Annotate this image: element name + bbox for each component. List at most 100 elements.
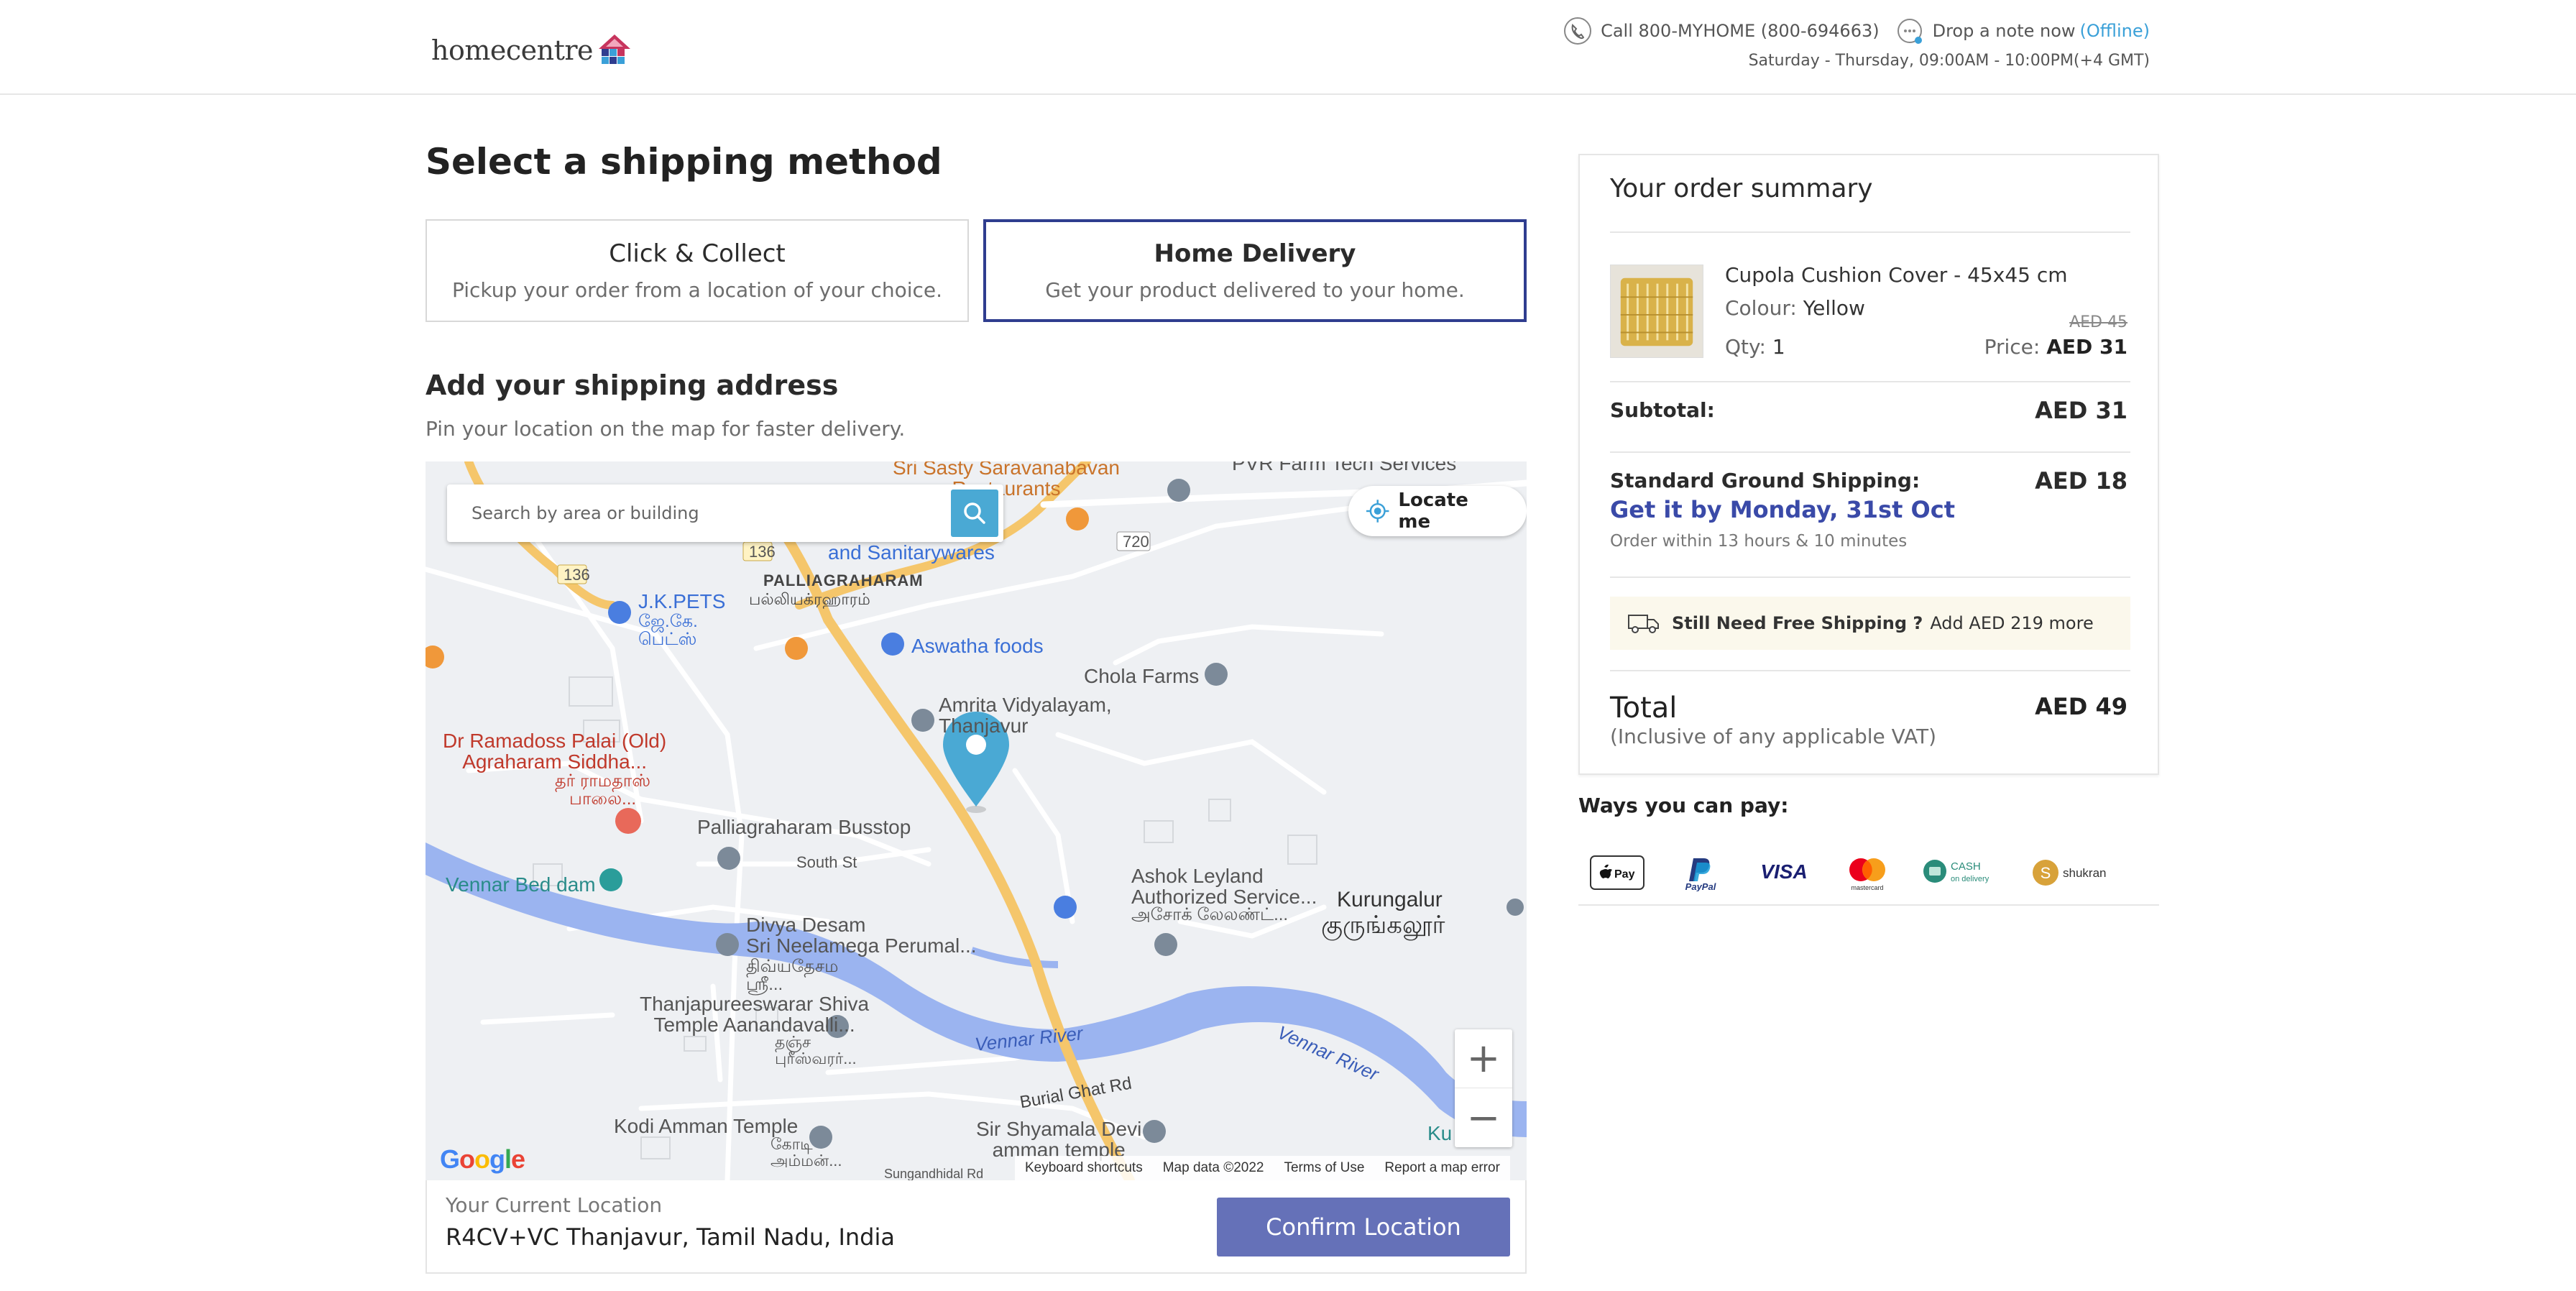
method-subtitle: Get your product delivered to your home. — [1045, 278, 1465, 302]
payment-methods-row: Pay PayPal VISA mastercard CASH on deliv… — [1578, 841, 2159, 906]
map-label-thanjapuree-ta: தஞ்ச புரீஸ்வரர்... — [775, 1033, 857, 1068]
product-thumbnail[interactable] — [1610, 265, 1703, 358]
map-label-kodi-amman: Kodi Amman Temple — [614, 1115, 799, 1137]
paypal-text: PayPal — [1685, 881, 1716, 891]
map-search-box — [447, 484, 1003, 542]
free-shipping-banner: Still Need Free Shipping ? Add AED 219 m… — [1610, 597, 2130, 650]
map-label-south-st: South St — [796, 853, 857, 871]
phone-icon — [1564, 17, 1592, 45]
map-label-kurungalur-ta: குருங்கலூர் — [1321, 911, 1445, 939]
road-shield-136: 136 — [564, 566, 590, 584]
map-label-sungandhi: Sungandhidal Rd — [884, 1167, 984, 1180]
shipping-value: AED 18 — [2035, 467, 2128, 495]
confirm-location-button[interactable]: Confirm Location — [1217, 1198, 1510, 1256]
search-icon — [964, 502, 985, 524]
order-summary: Your order summary Cupola Cushion Cover … — [1578, 154, 2159, 775]
drop-note-link[interactable]: Drop a note now (Offline) — [1895, 17, 2150, 45]
map-label-thanjapureeswarar: Thanjapureeswarar Shiva Temple Aanandava… — [640, 993, 870, 1037]
map-label-ramadoss-ta: தர் ராமதாஸ் பாலை... — [555, 771, 651, 809]
home-delivery-option[interactable]: Home Delivery Get your product delivered… — [983, 219, 1527, 322]
paypal-icon: PayPal — [1672, 854, 1729, 891]
zoom-out-button[interactable]: − — [1455, 1088, 1512, 1147]
contact-info: Call 800-MYHOME (800-694663) Drop a note… — [1547, 16, 2150, 70]
report-map-error-link[interactable]: Report a map error — [1384, 1160, 1500, 1176]
visa-icon: VISA — [1755, 854, 1813, 891]
qty-label: Qty: — [1725, 335, 1766, 359]
zoom-in-button[interactable]: + — [1455, 1029, 1512, 1088]
product-name[interactable]: Cupola Cushion Cover - 45x45 cm — [1725, 263, 2068, 287]
delivery-truck-icon — [1628, 615, 1659, 633]
visa-text: VISA — [1760, 860, 1807, 883]
colour-value: Yellow — [1803, 296, 1865, 320]
cash-sub-text: on delivery — [1951, 875, 1990, 883]
map-label-divya-ta: திவ்யதேசம ஸ்ரீ... — [746, 957, 839, 995]
offline-status: (Offline) — [2079, 21, 2150, 41]
colour-label: Colour: — [1725, 296, 1797, 320]
subtotal-label: Subtotal: — [1610, 398, 1715, 422]
shukran-icon: S shukran — [2031, 854, 2115, 891]
apple-pay-icon: Pay — [1588, 854, 1646, 891]
google-logo[interactable]: Google — [440, 1144, 525, 1175]
locate-me-button[interactable]: Locate me — [1348, 486, 1527, 536]
keyboard-shortcuts-link[interactable]: Keyboard shortcuts — [1025, 1160, 1143, 1176]
delivery-eta: Get it by Monday, 31st Oct — [1610, 496, 1955, 523]
road-shield-136: 136 — [749, 543, 776, 561]
divider — [1610, 576, 2130, 578]
shukran-text: shukran — [2063, 866, 2106, 880]
map-data-text: Map data ©2022 — [1162, 1160, 1264, 1175]
product-colour: Colour: Yellow — [1725, 296, 1865, 320]
click-and-collect-option[interactable]: Click & Collect Pickup your order from a… — [426, 219, 969, 322]
map-attribution: Keyboard shortcuts Map data ©2022 Terms … — [1015, 1156, 1510, 1180]
payment-methods-title: Ways you can pay: — [1578, 794, 1789, 817]
map-label-chola-farms: Chola Farms — [1084, 665, 1200, 687]
price-value: AED 31 — [2046, 335, 2128, 359]
call-text: Call 800-MYHOME (800-694663) — [1601, 21, 1880, 41]
map-label-ashok-leyland: Ashok Leyland Authorized Service... — [1131, 865, 1317, 909]
mastercard-icon: mastercard — [1839, 854, 1896, 891]
map-label-kurungalur: Kurungalur — [1337, 888, 1443, 911]
product-qty: Qty: 1 — [1725, 335, 1785, 359]
price-label: Price: — [1984, 335, 2041, 359]
order-within-countdown: Order within 13 hours & 10 minutes — [1610, 532, 1908, 551]
map-search-input[interactable] — [447, 484, 951, 542]
map-label-ku-edge: Ku — [1427, 1122, 1453, 1144]
current-location-value: R4CV+VC Thanjavur, Tamil Nadu, India — [446, 1223, 895, 1251]
terms-of-use-link[interactable]: Terms of Use — [1284, 1160, 1364, 1176]
map-label-vennar-bed-dam: Vennar Bed dam — [446, 873, 596, 896]
map-label-palliagraharam-ta: பல்லியக்ரஹாரம் — [749, 590, 870, 608]
homecentre-logo[interactable]: homecentre — [431, 29, 632, 72]
total-label: Total — [1610, 692, 1678, 725]
divider — [1610, 670, 2130, 671]
subtotal-value: AED 31 — [2035, 397, 2128, 424]
map-search-button[interactable] — [951, 490, 998, 537]
vat-note: (Inclusive of any applicable VAT) — [1610, 725, 1937, 748]
map-label-sanitary: and Sanitarywares — [828, 541, 995, 564]
call-link[interactable]: Call 800-MYHOME (800-694663) — [1563, 17, 1880, 45]
divider — [1610, 231, 2130, 233]
drop-note-text: Drop a note now — [1932, 21, 2076, 41]
divider — [1610, 451, 2130, 453]
shipping-label: Standard Ground Shipping: — [1610, 469, 1920, 492]
logo-text: homecentre — [431, 35, 594, 66]
page-title: Select a shipping method — [426, 141, 942, 183]
map-label-pvr: PVR Farm Tech Services — [1232, 461, 1457, 474]
cash-on-delivery-icon: CASH on delivery — [1922, 854, 2005, 891]
map-label-jkpets-ta: ஜே.கே. பெட்ஸ் — [638, 612, 698, 650]
current-location-label: Your Current Location — [446, 1193, 663, 1217]
map-label-ramadoss: Dr Ramadoss Palai (Old) Agraharam Siddha… — [443, 730, 667, 773]
cash-text: CASH — [1951, 860, 1981, 873]
locate-me-label: Locate me — [1398, 490, 1468, 533]
zoom-controls: + − — [1455, 1029, 1512, 1147]
road-shield-720: 720 — [1123, 533, 1149, 551]
apple-pay-text: Pay — [1614, 868, 1635, 881]
support-hours: Saturday - Thursday, 09:00AM - 10:00PM(+… — [1748, 52, 2150, 70]
map-label-shyamala-devi: Sir Shyamala Devi amman temple — [976, 1118, 1142, 1162]
mastercard-text: mastercard — [1851, 884, 1883, 891]
order-summary-title: Your order summary — [1610, 174, 1873, 203]
map-label-ashok-ta: அசோக் லேலண்ட்... — [1131, 905, 1289, 924]
free-shipping-remaining: Add AED 219 more — [1930, 613, 2094, 633]
product-price: Price: AED 31 — [1984, 335, 2128, 359]
location-map[interactable]: 136 136 720 Sri Sasty Saravanabavan Rest… — [426, 461, 1527, 1180]
map-label-busstop: Palliagraharam Busstop — [697, 816, 911, 838]
map-label-amrita: Amrita Vidyalayam, Thanjavur — [939, 694, 1112, 738]
